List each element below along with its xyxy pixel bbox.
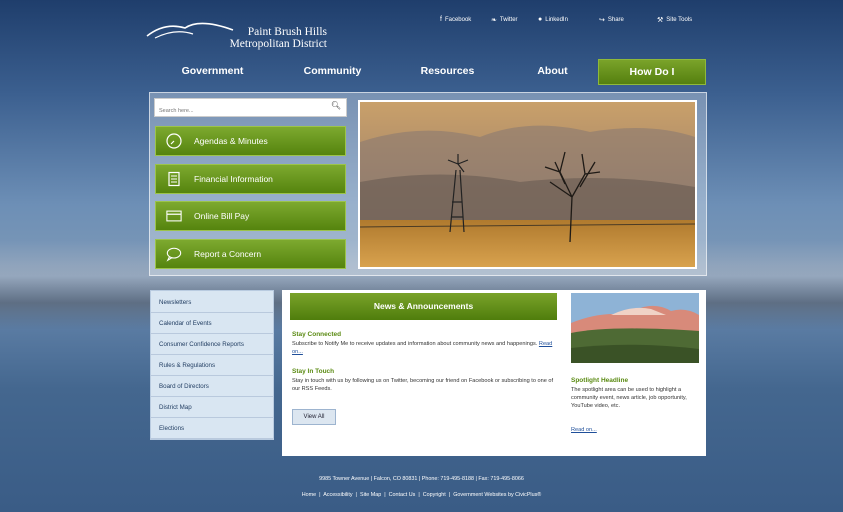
search-box: 🔍︎ xyxy=(154,98,347,119)
nav-community[interactable]: Community xyxy=(285,59,380,83)
sidebar-item-rules[interactable]: Rules & Regulations xyxy=(151,356,273,376)
logo-line1: Paint Brush Hills xyxy=(247,26,327,38)
quick-link-agendas[interactable]: Agendas & Minutes xyxy=(155,126,346,156)
footer-link-accessibility[interactable]: Accessibility xyxy=(323,492,352,498)
clock-icon xyxy=(166,133,182,149)
tools-icon: ⚒ xyxy=(657,17,664,24)
quick-link-label: Report a Concern xyxy=(194,249,262,259)
logo-line2: Metropolitan District xyxy=(229,38,327,50)
site-logo[interactable]: Paint Brush Hills Metropolitan District xyxy=(145,12,335,52)
sidebar-item-newsletters[interactable]: Newsletters xyxy=(151,293,273,313)
logo-text: Paint Brush Hills Metropolitan District xyxy=(227,26,327,50)
quick-link-label: Agendas & Minutes xyxy=(194,136,268,146)
social-site-tools[interactable]: ⚒ Site Tools xyxy=(657,16,692,24)
twitter-icon: ❧ xyxy=(491,17,497,24)
social-label: LinkedIn xyxy=(545,16,568,23)
linkedin-icon: ● xyxy=(538,16,543,23)
credit-card-icon xyxy=(166,208,182,224)
footer-links: Home | Accessibility | Site Map | Contac… xyxy=(301,492,542,498)
nav-about[interactable]: About xyxy=(505,59,600,83)
news-body: Subscribe to Notify Me to receive update… xyxy=(292,340,558,356)
footer-link-home[interactable]: Home xyxy=(302,492,316,498)
search-icon[interactable]: 🔍︎ xyxy=(331,101,341,110)
sidebar-item-board[interactable]: Board of Directors xyxy=(151,377,273,397)
footer-link-site-map[interactable]: Site Map xyxy=(360,492,381,498)
quick-link-financial[interactable]: Financial Information xyxy=(155,164,346,194)
sidebar-item-elections[interactable]: Elections xyxy=(151,419,273,439)
mountain-logo-icon xyxy=(146,22,234,39)
social-twitter[interactable]: ❧ Twitter xyxy=(491,16,518,24)
news-title-stay-in-touch[interactable]: Stay In Touch xyxy=(292,368,334,375)
nav-government[interactable]: Government xyxy=(165,59,260,83)
footer-link-contact[interactable]: Contact Us xyxy=(389,492,416,498)
news-text: Subscribe to Notify Me to receive update… xyxy=(292,341,538,347)
news-title-stay-connected[interactable]: Stay Connected xyxy=(292,331,341,338)
mountain-photo-image xyxy=(571,293,699,363)
quick-link-label: Financial Information xyxy=(194,174,273,184)
social-linkedin[interactable]: ● LinkedIn xyxy=(538,16,568,23)
social-label: Facebook xyxy=(444,16,472,23)
social-label: Twitter xyxy=(499,17,518,23)
sidebar-item-calendar[interactable]: Calendar of Events xyxy=(151,314,273,334)
document-icon xyxy=(166,171,182,187)
social-label: Site Tools xyxy=(666,17,693,23)
sidebar-item-ccr[interactable]: Consumer Confidence Reports xyxy=(151,335,273,355)
footer-address: 9985 Towner Avenue | Falcon, CO 80831 | … xyxy=(319,476,524,482)
nav-resources[interactable]: Resources xyxy=(400,59,495,83)
quick-link-report-concern[interactable]: Report a Concern xyxy=(155,239,346,269)
spotlight-body: The spotlight area can be used to highli… xyxy=(571,387,687,409)
footer-link-copyright[interactable]: Copyright xyxy=(423,492,446,498)
share-icon: ↪ xyxy=(599,17,605,24)
spotlight-image xyxy=(571,293,699,363)
spotlight-read-on-link[interactable]: Read on... xyxy=(571,426,597,434)
view-all-button[interactable]: View All xyxy=(292,409,336,425)
chat-bubble-icon xyxy=(166,246,182,262)
news-heading: News & Announcements xyxy=(290,293,557,320)
hero-photo xyxy=(358,100,697,269)
quick-link-bill-pay[interactable]: Online Bill Pay xyxy=(155,201,346,231)
social-share[interactable]: ↪ Share xyxy=(599,16,624,24)
nav-how-do-i[interactable]: How Do I xyxy=(598,59,706,85)
search-input[interactable] xyxy=(155,103,319,119)
social-label: Share xyxy=(607,17,624,23)
sidebar-item-district-map[interactable]: District Map xyxy=(151,398,273,418)
sidebar: Newsletters Calendar of Events Consumer … xyxy=(150,290,274,440)
social-facebook[interactable]: f Facebook xyxy=(440,16,471,23)
news-body: Stay in touch with us by following us on… xyxy=(292,378,554,392)
facebook-icon: f xyxy=(440,16,442,23)
windmill-landscape-image xyxy=(360,102,695,267)
footer-link-civicplus[interactable]: Government Websites by CivicPlus® xyxy=(453,492,541,498)
quick-link-label: Online Bill Pay xyxy=(194,211,250,221)
spotlight-title[interactable]: Spotlight Headline xyxy=(571,377,628,384)
main-nav: Government Community Resources About How… xyxy=(0,59,843,85)
